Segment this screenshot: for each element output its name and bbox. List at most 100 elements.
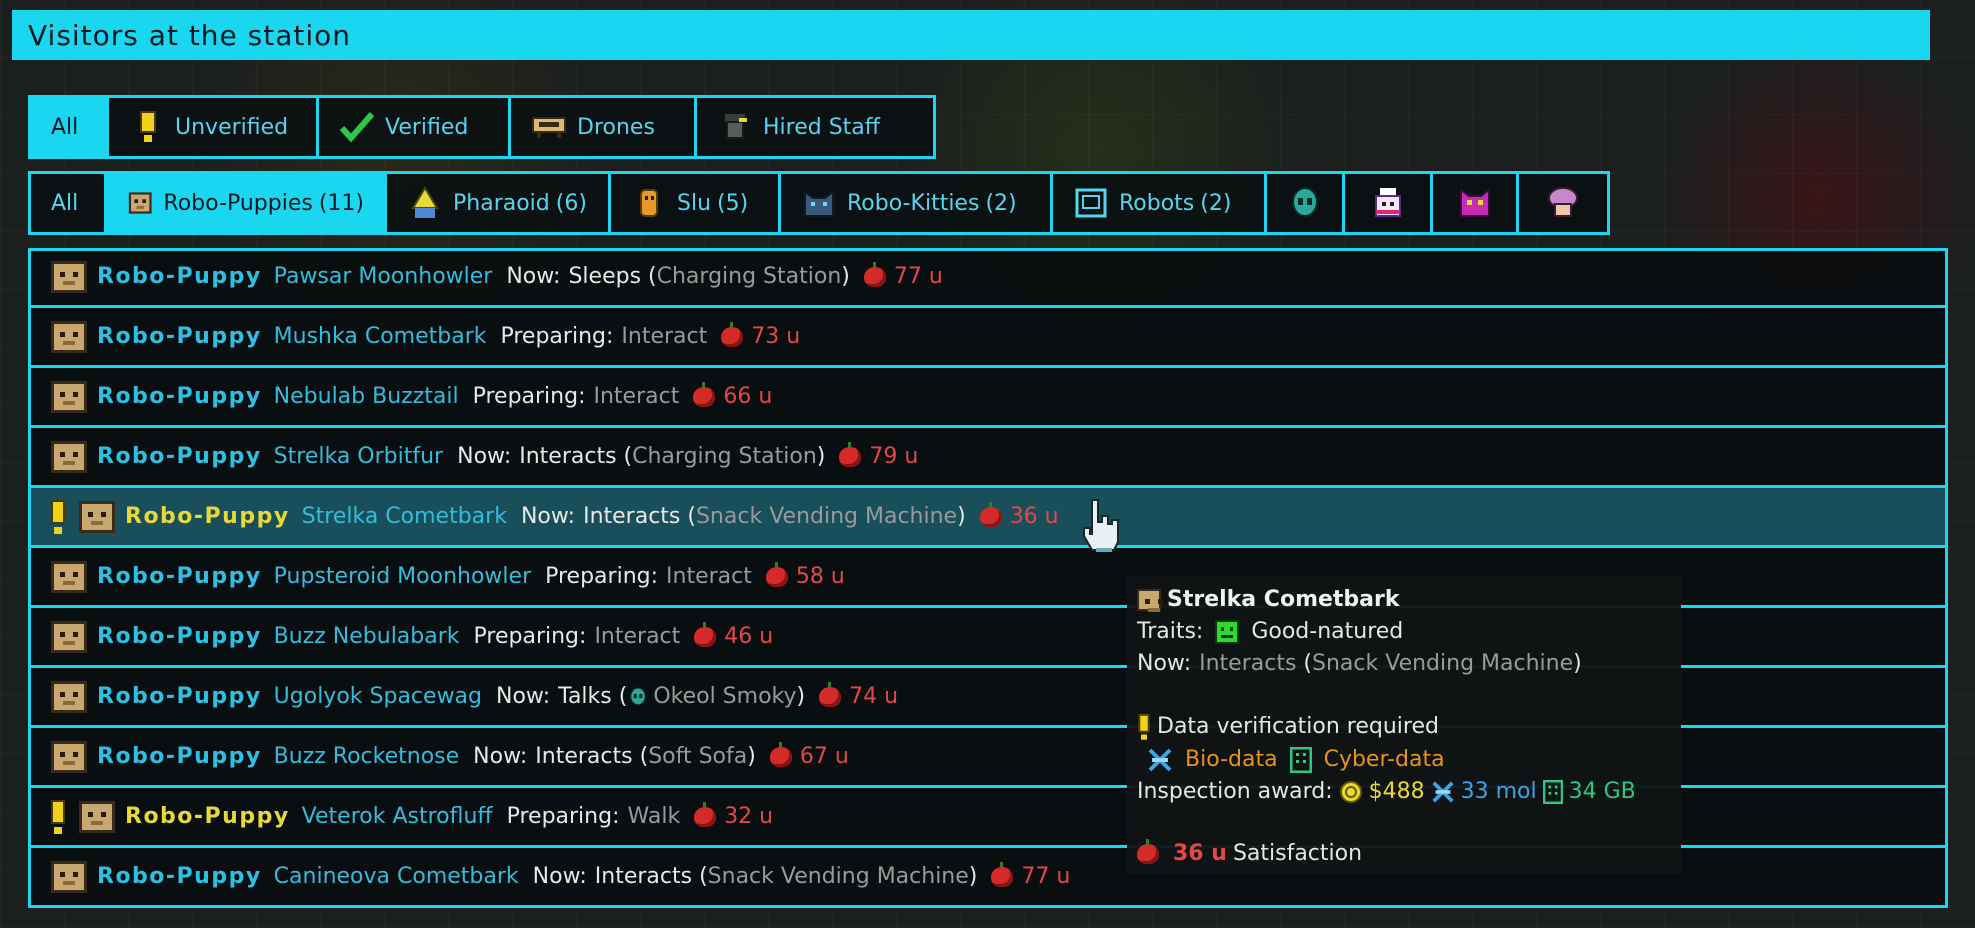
tab-status-drones[interactable]: Drones	[511, 98, 697, 156]
visitor-satisfaction: 36 u	[1009, 504, 1059, 529]
tab-count: (5)	[717, 190, 749, 216]
visitor-action-prefix: Now:	[506, 264, 561, 289]
apple-icon	[694, 801, 717, 827]
visitor-row[interactable]: Robo-Puppy Nebulab Buzztail Preparing: Inte…	[31, 368, 1945, 428]
apple-icon	[769, 741, 792, 767]
tooltip-satisfaction-label: Satisfaction	[1232, 841, 1363, 866]
robo-puppy-icon	[51, 320, 87, 353]
tab-species-robo-kitties[interactable]: Robo-Kitties (2)	[781, 174, 1053, 232]
tab-label: Hired Staff	[763, 114, 880, 140]
visitor-species: Robo-Puppy	[125, 504, 290, 529]
tab-label: Robots	[1119, 190, 1195, 216]
tab-species-robots[interactable]: Robots (2)	[1053, 174, 1267, 232]
tab-species-slu[interactable]: Slu (5)	[611, 174, 781, 232]
visitor-satisfaction: 79 u	[869, 444, 919, 469]
tab-label: Unverified	[175, 114, 289, 140]
tab-label: All	[51, 190, 79, 216]
visitor-satisfaction: 66 u	[723, 384, 773, 409]
circuit-icon	[1289, 747, 1312, 773]
apple-icon	[863, 261, 886, 287]
apple-icon	[979, 501, 1002, 527]
tab-species-ghost-chef[interactable]	[1345, 174, 1433, 232]
hand-cursor-icon	[1083, 499, 1119, 552]
visitor-species: Robo-Puppy	[97, 864, 262, 889]
paren-open: (	[692, 864, 708, 889]
visitor-action: Sleeps	[568, 264, 642, 289]
visitor-species: Robo-Puppy	[125, 804, 290, 829]
tooltip-visitor-name: Strelka Cometbark	[1167, 587, 1400, 612]
dna-icon	[1432, 781, 1454, 803]
visitor-action: Talks	[558, 684, 612, 709]
tab-label: Slu	[677, 190, 712, 216]
tab-label: Pharaoid	[453, 190, 550, 216]
visitor-action: Interacts	[594, 864, 693, 889]
visitor-target: Charging Station	[632, 444, 817, 469]
visitor-action-prefix: Now:	[532, 864, 587, 889]
tab-species-robo-puppies[interactable]: Robo-Puppies (11)	[107, 174, 387, 232]
robo-puppy-icon	[51, 560, 87, 593]
tooltip-now-label: Now:	[1137, 651, 1192, 676]
paren-open: (	[632, 744, 649, 769]
ghost-chef-icon	[1374, 188, 1401, 217]
bio-data-requirement: Bio-data	[1185, 747, 1278, 772]
tab-label: Robo-Kitties	[847, 190, 980, 216]
tooltip-now-action: Interacts	[1199, 651, 1297, 676]
visitor-row[interactable]: Robo-Puppy Pawsar Moonhowler Now: Sleeps (C…	[31, 248, 1945, 308]
tab-status-all[interactable]: All	[31, 98, 109, 156]
cyber-data-requirement: Cyber-data	[1323, 747, 1445, 772]
tooltip-satisfaction-value: 36 u	[1173, 841, 1227, 866]
green-alien-icon	[630, 686, 647, 706]
tab-species-pink-mushroom[interactable]	[1519, 174, 1607, 232]
visitor-satisfaction: 73 u	[751, 324, 801, 349]
visitor-species: Robo-Puppy	[97, 624, 262, 649]
tooltip-paren-open: (	[1296, 651, 1313, 676]
robo-puppy-icon	[51, 440, 87, 473]
traits-label: Traits:	[1137, 619, 1204, 644]
tab-status-unverified[interactable]: Unverified	[109, 98, 319, 156]
paren-close: )	[816, 444, 826, 469]
checkmark-icon	[339, 112, 375, 143]
tab-count: (2)	[985, 190, 1017, 216]
visitor-name: Nebulab Buzztail	[273, 384, 459, 409]
tab-label: Drones	[577, 114, 655, 140]
tab-label: Robo-Puppies	[163, 190, 313, 216]
tab-species-pink-demon[interactable]	[1433, 174, 1519, 232]
paren-close: )	[747, 744, 756, 769]
robo-puppy-icon	[1137, 589, 1161, 612]
visitor-satisfaction: 67 u	[799, 744, 849, 769]
visitor-action-prefix: Preparing:	[473, 624, 587, 649]
exclamation-icon	[51, 499, 65, 534]
visitor-action: Interact	[621, 324, 708, 349]
visitor-action-prefix: Preparing:	[506, 804, 620, 829]
species-filter-tabs: All Robo-Puppies (11) Pharaoid (6) Slu (5) Robo…	[28, 171, 1610, 235]
tab-species-green-alien[interactable]	[1267, 174, 1345, 232]
visitor-name: Strelka Cometbark	[301, 504, 507, 529]
visitor-row[interactable]: Robo-Puppy Strelka Orbitfur Now: Interacts …	[31, 428, 1945, 488]
tab-status-hired-staff[interactable]: Hired Staff	[697, 98, 933, 156]
visitor-satisfaction: 58 u	[795, 564, 845, 589]
tab-status-verified[interactable]: Verified	[319, 98, 511, 156]
visitor-action-prefix: Now:	[496, 684, 551, 709]
tab-count: (6)	[555, 190, 587, 216]
tab-species-all[interactable]: All	[31, 174, 107, 232]
visitor-satisfaction: 74 u	[849, 684, 899, 709]
visitor-row[interactable]: Robo-Puppy Strelka Cometbark Now: Interacts…	[31, 488, 1945, 548]
dna-icon	[1148, 748, 1172, 772]
tab-count: (2)	[1200, 190, 1232, 216]
visitor-row[interactable]: Robo-Puppy Mushka Cometbark Preparing: Inte…	[31, 308, 1945, 368]
visitor-action-prefix: Now:	[473, 744, 528, 769]
visitor-species: Robo-Puppy	[97, 744, 262, 769]
visitor-action: Interact	[594, 624, 681, 649]
visitor-action-prefix: Preparing:	[545, 564, 659, 589]
award-bio: 33 mol	[1460, 779, 1537, 804]
tab-species-pharaoid[interactable]: Pharaoid (6)	[387, 174, 611, 232]
robo-puppy-icon	[79, 800, 115, 833]
visitor-species: Robo-Puppy	[97, 264, 262, 289]
visitor-satisfaction: 77 u	[893, 264, 943, 289]
exclamation-icon	[51, 799, 65, 834]
visitor-tooltip: Strelka Cometbark Traits: Good-natured N…	[1127, 576, 1681, 874]
award-money: $488	[1368, 779, 1425, 804]
visitor-satisfaction: 32 u	[724, 804, 774, 829]
paren-open: (	[611, 684, 628, 709]
visitor-action: Interacts	[519, 444, 617, 469]
